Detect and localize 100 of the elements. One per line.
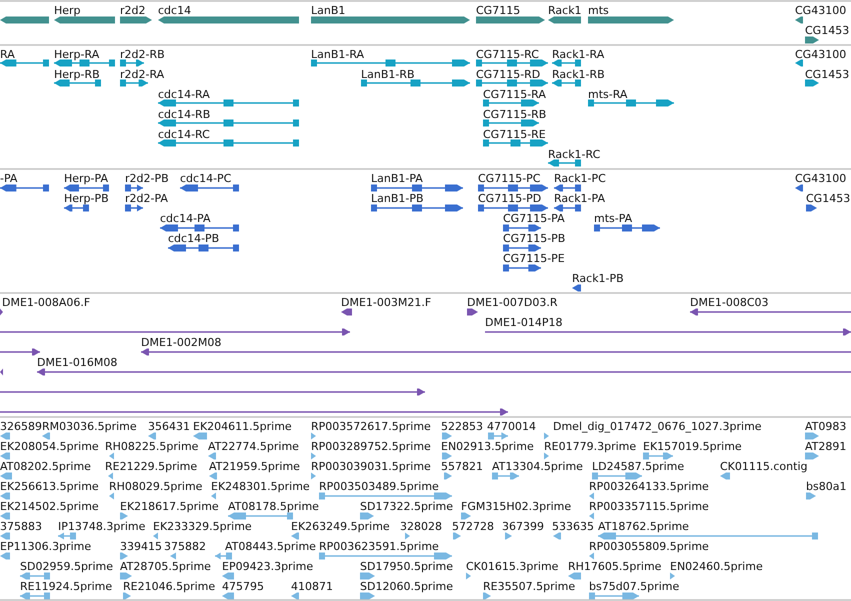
feature-label: AT22774.5prime xyxy=(208,440,299,453)
feature-label: RE35507.5prime xyxy=(483,580,576,593)
feature-label: EP11306.3prime xyxy=(0,540,92,553)
feature-label: RA xyxy=(0,48,15,61)
feature-label: mts-RA xyxy=(588,88,628,101)
feature-label: AT2891 xyxy=(805,440,846,453)
feature-label: DME1-008A06.F xyxy=(2,296,90,309)
feature-label: LD24587.5prime xyxy=(592,460,684,473)
feature-label: CG7115 xyxy=(476,4,520,17)
feature-label: AT08178.5prime xyxy=(228,500,319,513)
feature-label: CK01115.contig xyxy=(720,460,808,473)
feature-label: EK248301.5prime xyxy=(211,480,310,493)
feature-label: DME1-003M21.F xyxy=(341,296,432,309)
feature-label: 326589 xyxy=(0,420,42,433)
feature-label: cdc14-PC xyxy=(180,172,232,185)
feature-label: bs75d07.5prime xyxy=(589,580,680,593)
feature-label: RM03036.5prime xyxy=(42,420,137,433)
feature-label: Rack1-PB xyxy=(572,272,624,285)
feature-label: 572728 xyxy=(452,520,494,533)
feature-label: r2d2 xyxy=(120,4,146,17)
feature-label: r2d2-PA xyxy=(125,192,168,205)
feature-label: CG1453 xyxy=(805,68,850,81)
feature-label: Dmel_dig_017472_0676_1027.3prime xyxy=(553,420,762,433)
feature-label: LanB1-PB xyxy=(371,192,424,205)
feature-label: Herp-RB xyxy=(54,68,100,81)
feature-label: Rack1-RA xyxy=(552,48,604,61)
feature-label: AT0983 xyxy=(805,420,846,433)
feature-label: EK218617.5prime xyxy=(120,500,219,513)
feature-label: RH08029.5prime xyxy=(109,480,202,493)
feature-label: CG7115-PA xyxy=(503,212,565,225)
feature-label: AT08443.5prime xyxy=(225,540,316,553)
feature-label: AT13304.5prime xyxy=(492,460,583,473)
feature-label: RP003572617.5prime xyxy=(311,420,431,433)
feature-label: EK233329.5prime xyxy=(153,520,252,533)
feature-label: 356431 xyxy=(148,420,190,433)
feature-label: cdc14-PB xyxy=(168,232,220,245)
feature-label: r2d2-RB xyxy=(120,48,165,61)
feature-label: RP003357115.5prime xyxy=(589,500,709,513)
feature-label: -PA xyxy=(0,172,18,185)
feature-label: AT28705.5prime xyxy=(120,560,211,573)
feature-label: RP003503489.5prime xyxy=(319,480,439,493)
feature-label: LanB1 xyxy=(311,4,346,17)
feature-label: 375883 xyxy=(0,520,42,533)
feature-label: IP13748.3prime xyxy=(58,520,146,533)
feature-label: 557821 xyxy=(441,460,483,473)
feature-label: CG7115-PC xyxy=(478,172,540,185)
feature-label: RE21229.5prime xyxy=(105,460,198,473)
feature-label: CG43100 xyxy=(795,172,846,185)
feature-label: DME1-014P18 xyxy=(485,316,563,329)
feature-label: EK263249.5prime xyxy=(291,520,390,533)
feature-label: Rack1 xyxy=(548,4,582,17)
feature-label: Herp-PB xyxy=(64,192,109,205)
feature-label: RP003039031.5prime xyxy=(311,460,431,473)
feature-label: 367399 xyxy=(502,520,544,533)
feature-label: EK214502.5prime xyxy=(0,500,99,513)
feature-label: CG7115-PB xyxy=(503,232,566,245)
feature-label: EP09423.3prime xyxy=(222,560,314,573)
feature-label: CG7115-RE xyxy=(483,128,546,141)
feature-label: EK208054.5prime xyxy=(0,440,99,453)
feature-label: LanB1-PA xyxy=(371,172,423,185)
feature-label: cdc14-RC xyxy=(158,128,210,141)
feature-label: RE21046.5prime xyxy=(123,580,216,593)
feature-label: LanB1-RB xyxy=(361,68,415,81)
feature-label: EN02460.5prime xyxy=(670,560,763,573)
feature-label: CG7115-PD xyxy=(478,192,542,205)
feature-label: EK157019.5prime xyxy=(643,440,742,453)
feature-label: 522853 xyxy=(441,420,483,433)
feature-label: 328028 xyxy=(400,520,442,533)
feature-label: RE11924.5prime xyxy=(20,580,112,593)
feature-label: cdc14-PA xyxy=(160,212,210,225)
feature-label: cdc14-RB xyxy=(158,108,210,121)
feature-label: SD02959.5prime xyxy=(20,560,113,573)
feature-label: RP003623591.5prime xyxy=(319,540,439,553)
feature-label: RE01779.3prime xyxy=(544,440,636,453)
feature-label: SD17950.5prime xyxy=(360,560,453,573)
feature-label: mts-PA xyxy=(594,212,632,225)
feature-label: DME1-002M08 xyxy=(141,336,222,349)
feature-label: RP003289752.5prime xyxy=(311,440,431,453)
feature-label: 339415 xyxy=(120,540,162,553)
feature-label: Rack1-RB xyxy=(552,68,605,81)
feature-label: r2d2-RA xyxy=(120,68,164,81)
feature-label: AT21959.5prime xyxy=(209,460,300,473)
feature-label: bs80a1 xyxy=(806,480,846,493)
feature-label: Herp-RA xyxy=(54,48,100,61)
feature-label: cdc14 xyxy=(158,4,192,17)
feature-label: CG7115-RA xyxy=(483,88,546,101)
feature-label: RP003055809.5prime xyxy=(589,540,709,553)
feature-label: r2d2-PB xyxy=(125,172,169,185)
feature-label: Herp xyxy=(54,4,81,17)
feature-label: 533635 xyxy=(552,520,594,533)
feature-label: DME1-008C03 xyxy=(690,296,769,309)
feature-label: CG1453 xyxy=(806,192,850,205)
feature-label: Herp-PA xyxy=(64,172,108,185)
feature-label: EN02913.5prime xyxy=(441,440,534,453)
feature-label: 375882 xyxy=(164,540,206,553)
feature-label: RH08225.5prime xyxy=(105,440,198,453)
feature-label: cdc14-RA xyxy=(158,88,210,101)
feature-label: EK256613.5prime xyxy=(0,480,99,493)
feature-label: 410871 xyxy=(291,580,333,593)
feature-label: FGM315H02.3prime xyxy=(461,500,572,513)
